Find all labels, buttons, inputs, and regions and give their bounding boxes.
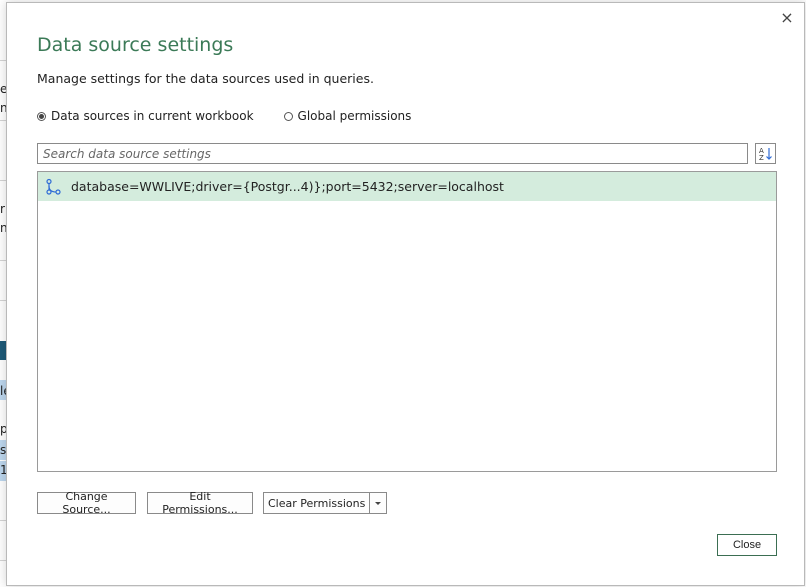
clear-permissions-split-button: Clear Permissions xyxy=(263,492,388,514)
radio-global-permissions[interactable]: Global permissions xyxy=(283,109,412,123)
dialog-title: Data source settings xyxy=(37,34,234,56)
clear-permissions-dropdown[interactable] xyxy=(369,493,386,513)
chevron-down-icon xyxy=(375,501,382,505)
data-source-settings-dialog: × Data source settings Manage settings f… xyxy=(6,2,805,586)
sort-az-icon: A Z xyxy=(759,147,772,161)
change-source-button[interactable]: Change Source... xyxy=(37,490,136,516)
radio-button[interactable] xyxy=(283,111,293,121)
radio-button[interactable] xyxy=(37,111,46,121)
close-button[interactable]: Close xyxy=(717,534,777,556)
edit-permissions-button[interactable]: Edit Permissions... xyxy=(147,490,253,516)
sort-button[interactable]: A Z xyxy=(755,143,776,164)
clear-permissions-button[interactable]: Clear Permissions xyxy=(264,493,369,513)
radio-selected-dot xyxy=(39,113,44,119)
radio-label: Data sources in current workbook xyxy=(51,109,254,123)
search-input[interactable] xyxy=(37,143,748,164)
data-source-label: database=WWLIVE;driver={Postgr...4)};por… xyxy=(71,179,504,194)
close-icon[interactable]: × xyxy=(778,8,796,27)
radio-label: Global permissions xyxy=(297,109,412,123)
dialog-description: Manage settings for the data sources use… xyxy=(37,71,374,86)
data-source-list[interactable]: database=WWLIVE;driver={Postgr...4)};por… xyxy=(37,171,777,472)
svg-text:Z: Z xyxy=(759,154,764,161)
radio-current-workbook[interactable]: Data sources in current workbook xyxy=(37,109,254,123)
list-item[interactable]: database=WWLIVE;driver={Postgr...4)};por… xyxy=(38,172,776,201)
database-connection-icon xyxy=(44,178,62,196)
scope-radio-group: Data sources in current workbook Global … xyxy=(37,109,441,123)
bg-cell-text: r xyxy=(0,202,5,216)
